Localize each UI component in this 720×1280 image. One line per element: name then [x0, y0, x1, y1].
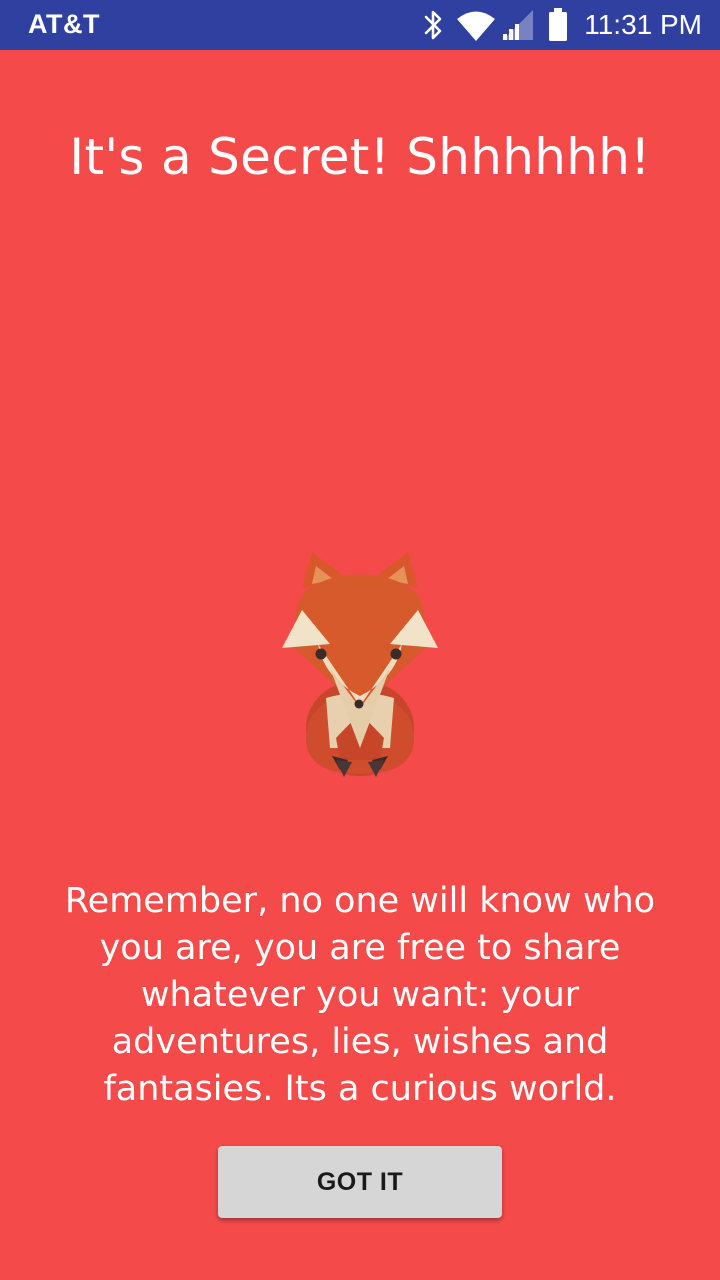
page-title: It's a Secret! Shhhhhh! [69, 128, 651, 186]
intro-message: Remember, no one will know who you are, … [64, 881, 656, 1109]
bluetooth-icon [424, 10, 442, 40]
status-bar: AT&T 11:31 PM [0, 0, 720, 50]
onboarding-screen: AT&T 11:31 PM It's a Secret! Shhhhhh! Re… [0, 0, 720, 1280]
carrier-name: AT&T [28, 9, 100, 39]
cellular-signal-icon [503, 10, 533, 40]
battery-icon [549, 8, 567, 41]
got-it-button[interactable]: GOT IT [218, 1146, 502, 1218]
status-clock: 11:31 PM [584, 9, 702, 40]
wifi-icon [457, 11, 495, 41]
fox-illustration [282, 552, 438, 777]
